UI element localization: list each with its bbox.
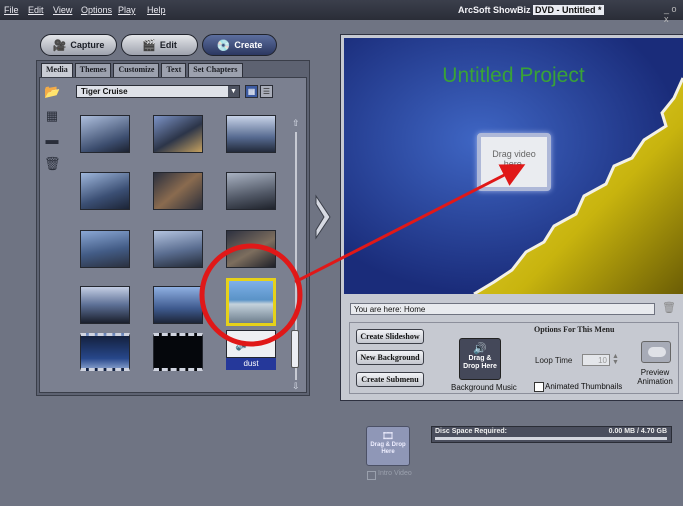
menu-bar: File Edit View Options Play Help ArcSoft… bbox=[0, 0, 683, 24]
disc-icon: 💿 bbox=[216, 39, 231, 52]
clapper-icon: 🎬 bbox=[142, 39, 156, 52]
preview-animation-toggle[interactable] bbox=[641, 341, 671, 363]
media-thumbnail[interactable] bbox=[226, 172, 276, 210]
media-thumbnail[interactable] bbox=[153, 230, 203, 268]
scroll-up-icon[interactable]: ⇧ bbox=[292, 118, 300, 129]
audio-thumbnail[interactable]: 🔈 bbox=[226, 330, 276, 358]
media-thumbnail[interactable] bbox=[80, 172, 130, 210]
tab-media[interactable]: Media bbox=[41, 63, 73, 77]
menu-view[interactable]: View bbox=[53, 5, 72, 15]
new-background-button[interactable]: New Background bbox=[356, 350, 424, 365]
video-drop-target[interactable]: Drag video here. bbox=[477, 133, 551, 191]
toggle-knob bbox=[648, 347, 666, 357]
document-title: DVD - Untitled * bbox=[533, 5, 604, 15]
audio-caption: dust bbox=[226, 358, 276, 370]
speaker-icon: 🔈 bbox=[235, 337, 250, 351]
window-controls[interactable]: _ o x bbox=[664, 4, 683, 24]
scrollbar-thumb[interactable] bbox=[291, 330, 299, 368]
breadcrumb: You are here: Home bbox=[350, 303, 655, 315]
folder-dropdown[interactable]: Tiger Cruise ▼ bbox=[76, 85, 240, 98]
media-thumbnail[interactable] bbox=[153, 115, 203, 153]
media-thumbnail[interactable] bbox=[153, 286, 203, 324]
chevron-down-icon: ▼ bbox=[228, 86, 239, 97]
speaker-icon: 🔊 bbox=[473, 343, 487, 355]
options-title: Options For This Menu bbox=[534, 325, 615, 334]
menu-options[interactable]: Options bbox=[81, 5, 112, 15]
animated-thumbnails-checkbox[interactable] bbox=[534, 382, 544, 392]
media-tabs: Media Themes Customize Text Set Chapters bbox=[41, 63, 243, 77]
chevron-right-icon[interactable] bbox=[314, 194, 332, 240]
preview-animation-label: Preview Animation bbox=[637, 368, 673, 386]
disc-drive-icon[interactable]: ▬ bbox=[44, 132, 60, 148]
side-toolbar: 📂 ▦ ▬ 🗑 bbox=[44, 84, 62, 180]
open-folder-icon[interactable]: 📂 bbox=[44, 84, 60, 100]
loop-time-spinner[interactable]: ▲ ▼ bbox=[612, 353, 619, 366]
create-submenu-button[interactable]: Create Submenu bbox=[356, 372, 424, 387]
film-icon: 🎞 bbox=[381, 431, 395, 442]
trash-icon[interactable]: 🗑 bbox=[44, 156, 61, 172]
media-thumbnail[interactable] bbox=[80, 230, 130, 268]
tab-set-chapters[interactable]: Set Chapters bbox=[188, 63, 243, 77]
media-thumbnail[interactable] bbox=[226, 115, 276, 153]
organize-icon[interactable]: ▦ bbox=[44, 108, 60, 124]
media-thumbnail[interactable] bbox=[153, 172, 203, 210]
intro-video-checkbox[interactable] bbox=[367, 471, 376, 480]
delete-icon[interactable]: 🗑 bbox=[662, 301, 676, 314]
thumbnail-view-button[interactable]: ▦ bbox=[245, 85, 258, 98]
menu-edit[interactable]: Edit bbox=[28, 5, 44, 15]
intro-video-drop-target[interactable]: 🎞 Drag & Drop Here bbox=[366, 426, 410, 466]
intro-video-label: Intro Video bbox=[378, 470, 412, 477]
disc-space-value: 0.00 MB / 4.70 GB bbox=[608, 428, 667, 435]
edit-button[interactable]: 🎬 Edit bbox=[121, 34, 198, 56]
menu-options-area: Create Slideshow New Background Create S… bbox=[349, 322, 679, 394]
create-button[interactable]: 💿 Create bbox=[202, 34, 277, 56]
loop-time-field[interactable]: 10 bbox=[582, 354, 610, 366]
loop-time-label: Loop Time bbox=[535, 356, 573, 365]
media-thumbnail-selected[interactable] bbox=[226, 278, 276, 326]
scroll-down-icon[interactable]: ⇩ bbox=[292, 381, 300, 392]
disc-space-indicator: Disc Space Required: 0.00 MB / 4.70 GB bbox=[431, 426, 672, 443]
tab-text[interactable]: Text bbox=[161, 63, 187, 77]
preview-panel: Untitled Project Drag video here. You ar… bbox=[340, 34, 683, 401]
tab-themes[interactable]: Themes bbox=[74, 63, 112, 77]
disc-space-label: Disc Space Required: bbox=[435, 428, 507, 435]
animated-thumbnails-label: Animated Thumbnails bbox=[545, 382, 623, 391]
window-title: ArcSoft ShowBiz DVD - Untitled * bbox=[458, 5, 604, 15]
menu-play[interactable]: Play bbox=[118, 5, 136, 15]
create-slideshow-button[interactable]: Create Slideshow bbox=[356, 329, 424, 344]
media-thumbnail[interactable] bbox=[226, 230, 276, 268]
video-thumbnail[interactable] bbox=[80, 333, 130, 371]
disc-space-bar bbox=[435, 437, 667, 440]
menu-preview-canvas[interactable]: Untitled Project Drag video here. bbox=[344, 38, 683, 294]
drop-target-label: Drag video here. bbox=[492, 149, 536, 169]
media-thumbnail[interactable] bbox=[80, 115, 130, 153]
media-thumbnail[interactable] bbox=[80, 286, 130, 324]
video-thumbnail[interactable] bbox=[153, 333, 203, 371]
music-drop-target[interactable]: 🔊 Drag & Drop Here bbox=[459, 338, 501, 380]
capture-button[interactable]: 🎥 Capture bbox=[40, 34, 117, 56]
media-panel-body: 📂 ▦ ▬ 🗑 Tiger Cruise ▼ ▦ ☰ 🔈 dust ⇧ ⇩ bbox=[39, 77, 307, 393]
app-window: File Edit View Options Play Help ArcSoft… bbox=[0, 0, 683, 506]
background-music-label: Background Music bbox=[451, 383, 517, 392]
project-title: Untitled Project bbox=[442, 64, 585, 87]
media-panel: Media Themes Customize Text Set Chapters… bbox=[36, 60, 310, 396]
menu-file[interactable]: File bbox=[4, 5, 19, 15]
tab-customize[interactable]: Customize bbox=[113, 63, 160, 77]
camera-icon: 🎥 bbox=[52, 39, 67, 52]
menu-help[interactable]: Help bbox=[147, 5, 166, 15]
list-view-button[interactable]: ☰ bbox=[260, 85, 273, 98]
